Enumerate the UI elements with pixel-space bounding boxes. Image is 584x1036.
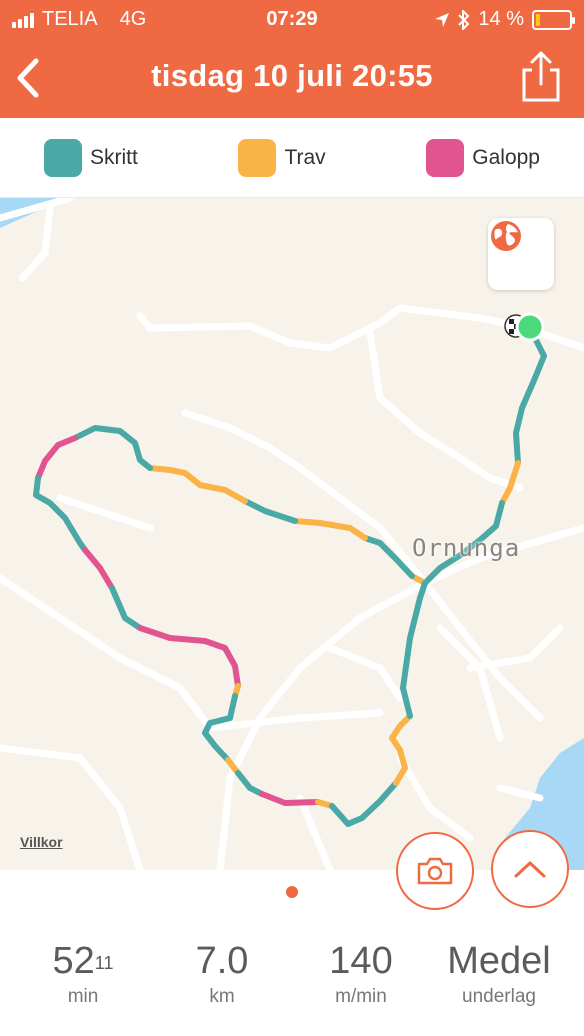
route-map[interactable]: Ornunga Villkor <box>0 198 584 870</box>
stat-value: 5211 <box>18 940 148 982</box>
start-marker <box>515 312 545 342</box>
battery-percent: 14 % <box>478 8 524 30</box>
map-type-button[interactable] <box>488 218 554 290</box>
stat-value: 140 <box>329 940 393 982</box>
legend-label: Trav <box>284 145 326 169</box>
status-right: 14 % <box>434 8 575 31</box>
legend-item-gallop: Galopp <box>426 138 540 177</box>
chevron-up-icon <box>514 861 546 878</box>
battery-icon <box>532 9 575 30</box>
legend-item-trot: Trav <box>238 138 326 177</box>
stat-value: Medel <box>447 940 551 982</box>
gait-legend: Skritt Trav Galopp <box>0 118 584 198</box>
stat-distance: 7.0 km <box>157 940 287 1008</box>
status-bar: TELIA 4G 07:29 14 % <box>0 0 584 40</box>
terms-link[interactable]: Villkor <box>20 834 63 850</box>
stat-duration: 5211 min <box>18 940 148 1008</box>
stat-unit: min <box>67 986 99 1007</box>
stat-value: 7.0 <box>195 940 249 982</box>
trot-swatch <box>238 138 277 177</box>
location-arrow-icon <box>435 12 450 27</box>
page-title: tisdag 10 juli 20:55 <box>151 58 433 93</box>
duration-minutes: 52 <box>52 940 95 982</box>
app-header: TELIA 4G 07:29 14 % tisdag 10 juli 20:55 <box>0 0 584 118</box>
bluetooth-icon <box>458 9 470 30</box>
duration-seconds: 11 <box>94 953 114 973</box>
legend-item-walk: Skritt <box>44 138 138 177</box>
page-indicator-dot <box>286 886 298 898</box>
stat-unit: m/min <box>335 986 387 1007</box>
stat-unit: underlag <box>462 986 536 1007</box>
camera-button[interactable] <box>396 832 474 910</box>
legend-label: Skritt <box>90 145 138 169</box>
legend-label: Galopp <box>472 145 540 169</box>
globe-icon <box>491 221 521 251</box>
stat-speed: 140 m/min <box>296 940 426 1008</box>
walk-swatch <box>44 138 82 177</box>
gallop-swatch <box>426 138 465 177</box>
stats-panel: 5211 min 7.0 km 140 m/min Medel underlag <box>0 930 584 1036</box>
share-button[interactable] <box>518 50 564 104</box>
expand-stats-button[interactable] <box>491 830 569 908</box>
battery-level <box>536 13 540 26</box>
share-icon <box>522 51 560 102</box>
stat-unit: km <box>209 986 235 1007</box>
camera-icon <box>417 857 453 885</box>
stat-ground: Medel underlag <box>434 940 564 1008</box>
place-label: Ornunga <box>412 534 521 562</box>
route-track <box>33 325 547 827</box>
